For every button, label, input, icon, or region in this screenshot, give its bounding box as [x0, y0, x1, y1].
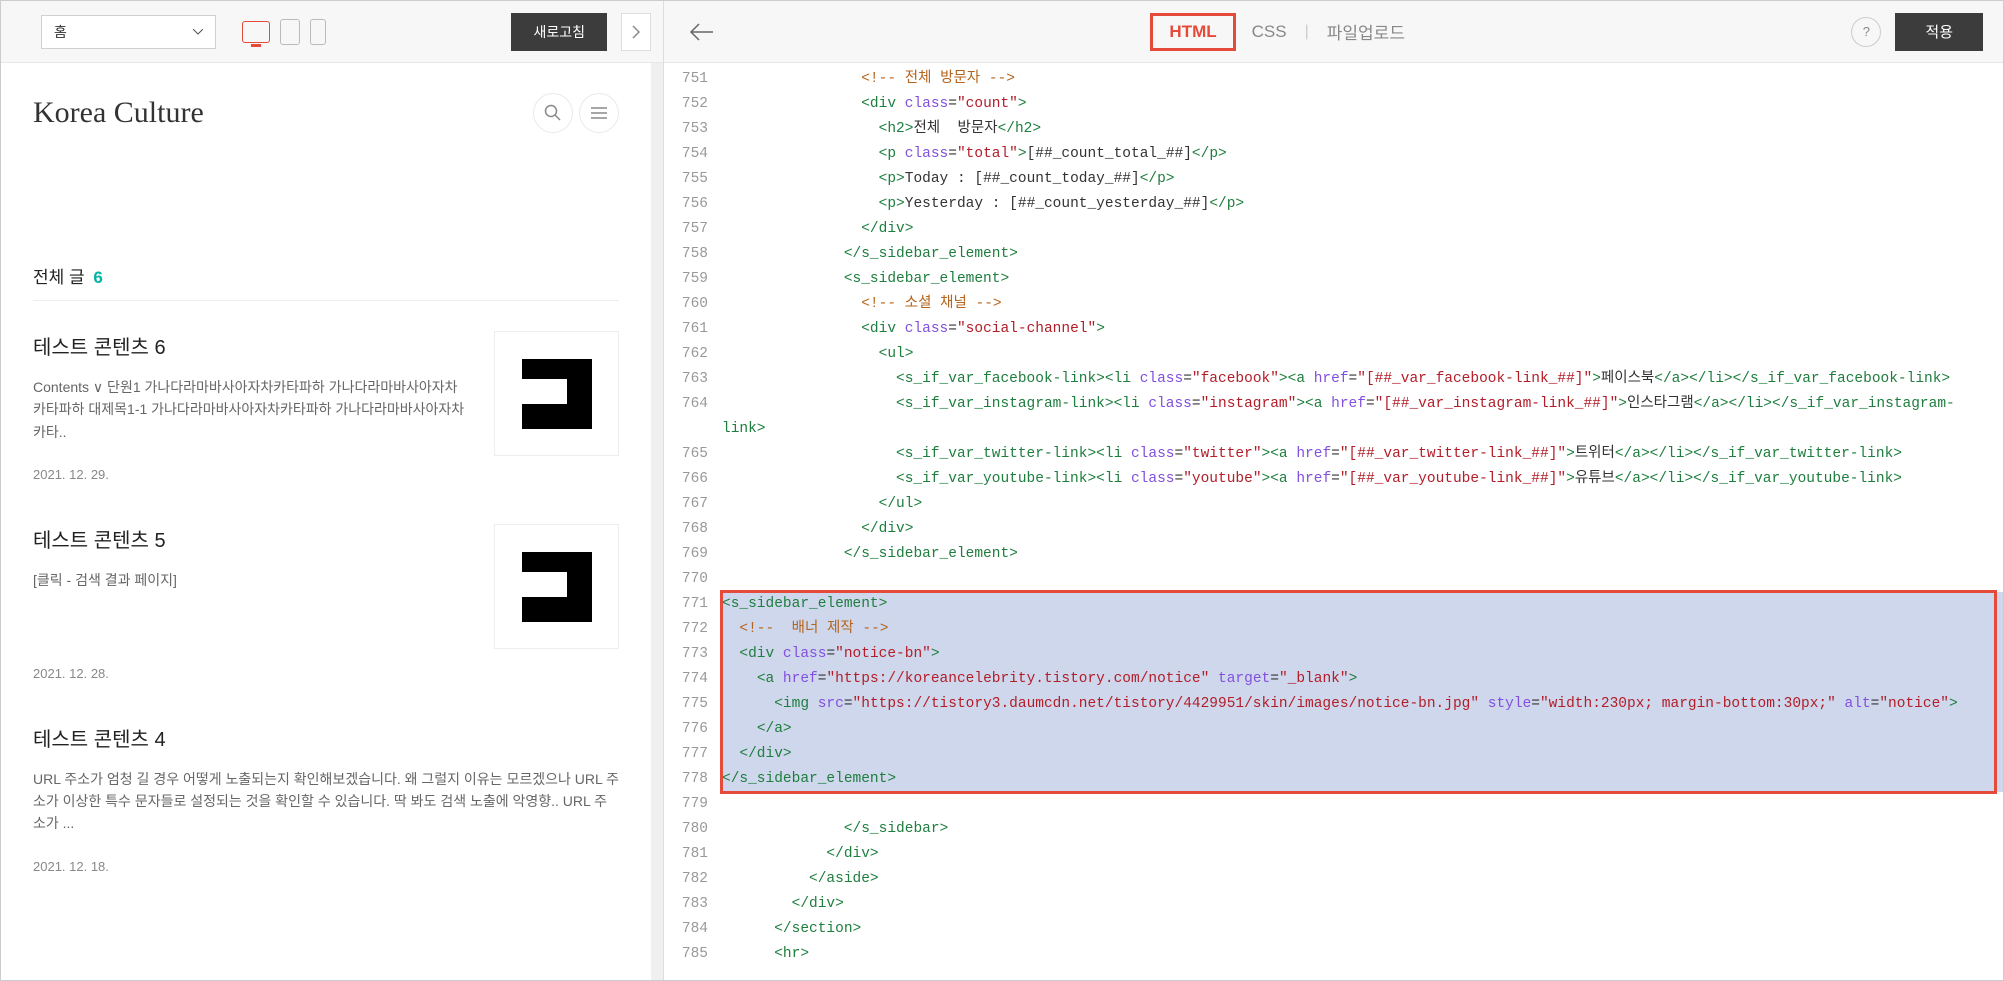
- post-thumbnail: [494, 524, 619, 649]
- site-title[interactable]: Korea Culture: [33, 96, 204, 130]
- tablet-view-icon[interactable]: [280, 19, 300, 45]
- post-item[interactable]: 테스트 콘텐츠 5 [클릭 - 검색 결과 페이지] 2021. 12. 28.: [33, 524, 619, 680]
- page-select-value: 홈: [54, 22, 67, 42]
- post-title: 테스트 콘텐츠 6: [33, 331, 466, 360]
- page-select[interactable]: 홈: [41, 15, 216, 49]
- scrollbar-thumb[interactable]: [653, 205, 661, 610]
- post-date: 2021. 12. 28.: [33, 666, 466, 681]
- post-excerpt: [클릭 - 검색 결과 페이지]: [33, 569, 466, 591]
- apply-button[interactable]: 적용: [1895, 13, 1983, 51]
- code-area[interactable]: <!-- 전체 방문자 --> <div class="count"> <h2>…: [716, 63, 2003, 980]
- post-item[interactable]: 테스트 콘텐츠 6 Contents ∨ 단원1 가나다라마바사아자차카타파하 …: [33, 331, 619, 482]
- chevron-down-icon: [193, 29, 203, 35]
- total-posts-count: 6: [93, 268, 102, 287]
- editor-toolbar: HTML CSS | 파일업로드 ? 적용: [664, 1, 2003, 63]
- post-date: 2021. 12. 18.: [33, 859, 619, 874]
- menu-button[interactable]: [579, 93, 619, 133]
- chevron-right-icon: [632, 25, 640, 39]
- hamburger-icon: [590, 106, 608, 120]
- post-title: 테스트 콘텐츠 5: [33, 524, 466, 553]
- help-button[interactable]: ?: [1851, 17, 1881, 47]
- post-date: 2021. 12. 29.: [33, 467, 466, 482]
- post-item[interactable]: 테스트 콘텐츠 4 URL 주소가 엄청 길 경우 어떻게 노출되는지 확인해보…: [33, 723, 619, 874]
- total-posts-label: 전체 글 6: [33, 263, 619, 288]
- line-gutter: 7517527537547557567577587597607617627637…: [664, 63, 716, 980]
- editor-tabs: HTML CSS | 파일업로드: [1150, 13, 1421, 51]
- refresh-button[interactable]: 새로고침: [511, 13, 607, 51]
- preview-pane: 홈 새로고침 Korea Culture: [1, 1, 664, 980]
- tab-upload[interactable]: 파일업로드: [1311, 13, 1421, 50]
- editor-pane: HTML CSS | 파일업로드 ? 적용 751752753754755756…: [664, 1, 2003, 980]
- post-excerpt: Contents ∨ 단원1 가나다라마바사아자차카타파하 가나다라마바사아자차…: [33, 376, 466, 443]
- post-title: 테스트 콘텐츠 4: [33, 723, 619, 752]
- back-button[interactable]: [684, 14, 720, 50]
- expand-button[interactable]: [621, 13, 651, 51]
- code-editor[interactable]: 7517527537547557567577587597607617627637…: [664, 63, 2003, 980]
- preview-toolbar: 홈 새로고침: [1, 1, 663, 63]
- search-button[interactable]: [533, 93, 573, 133]
- desktop-view-icon[interactable]: [242, 21, 270, 43]
- post-excerpt: URL 주소가 엄청 길 경우 어떻게 노출되는지 확인해보겠습니다. 왜 그럴…: [33, 768, 619, 835]
- tab-css[interactable]: CSS: [1236, 16, 1303, 48]
- search-icon: [544, 104, 562, 122]
- post-thumbnail: [494, 331, 619, 456]
- tab-html[interactable]: HTML: [1150, 13, 1235, 51]
- divider: [33, 300, 619, 301]
- preview-scroll[interactable]: Korea Culture 전체 글 6: [1, 63, 663, 980]
- mobile-view-icon[interactable]: [310, 19, 326, 45]
- arrow-left-icon: [689, 22, 715, 42]
